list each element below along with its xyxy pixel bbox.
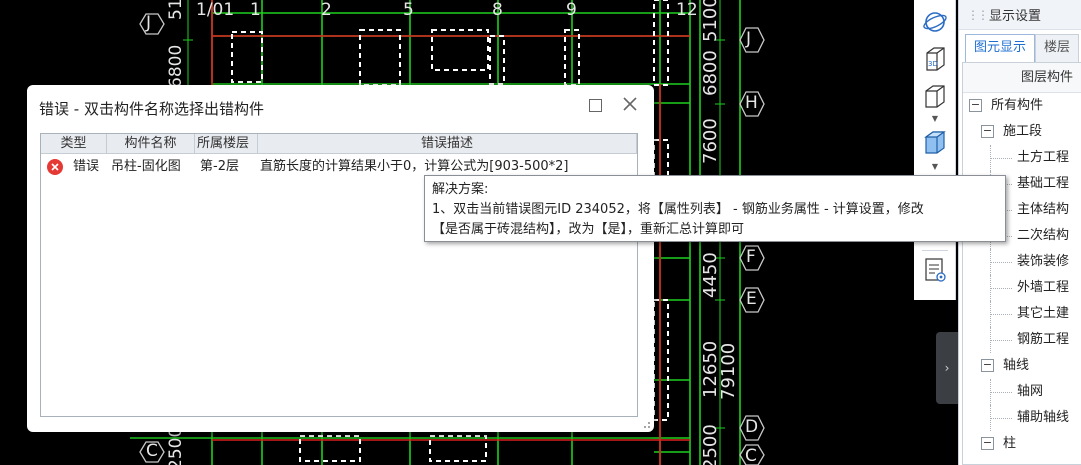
cell-type: 错误 bbox=[73, 159, 100, 174]
axis-top-label: 9 bbox=[566, 0, 577, 20]
axis-right-label: J bbox=[746, 29, 752, 49]
resize-grip-icon[interactable] bbox=[641, 419, 651, 429]
axis-right-label: E bbox=[746, 289, 757, 309]
dimension-label: 6800 bbox=[166, 44, 186, 88]
tree-item[interactable]: 外墙工程 bbox=[963, 275, 1081, 301]
orbit-button[interactable] bbox=[920, 8, 950, 36]
tree-column-header: 图层构件 bbox=[963, 63, 1081, 93]
column-header-description[interactable]: 错误描述 bbox=[258, 134, 637, 154]
axis-top-label: 1/01 bbox=[196, 0, 235, 20]
tree-item-label: 辅助轴线 bbox=[1017, 410, 1070, 425]
axis-right-label: D bbox=[745, 417, 759, 437]
axis-top-label: 1 bbox=[250, 0, 261, 20]
collapse-toggle-icon[interactable]: − bbox=[981, 437, 994, 450]
tree-item[interactable]: 辅助轴线 bbox=[963, 405, 1081, 431]
maximize-button[interactable] bbox=[589, 99, 602, 112]
axis-top-label: 5 bbox=[403, 0, 414, 20]
panel-tabs: 图元显示 楼层 bbox=[965, 34, 1080, 62]
tree-item-label: 轴网 bbox=[1017, 384, 1044, 399]
box-view-blue-button[interactable] bbox=[920, 128, 950, 156]
column-header-type[interactable]: 类型 bbox=[41, 134, 107, 154]
3d-view-button[interactable]: 3D bbox=[920, 45, 950, 73]
tooltip-heading: 解决方案: bbox=[432, 182, 489, 197]
svg-text:3D: 3D bbox=[928, 60, 938, 68]
axis-left-label: J bbox=[146, 13, 152, 33]
tree-item[interactable]: 土方工程 bbox=[963, 145, 1081, 171]
axis-top-label: 8 bbox=[492, 0, 503, 20]
tree-item-label: 钢筋工程 bbox=[1017, 332, 1070, 347]
collapse-toggle-icon[interactable]: − bbox=[981, 359, 994, 372]
chevron-down-icon[interactable]: ▼ bbox=[928, 162, 942, 172]
dimension-label: 4450 bbox=[700, 252, 721, 298]
3d-view-icon: 3D bbox=[926, 47, 945, 71]
panel-title: 显示设置 bbox=[989, 9, 1042, 24]
panel-collapse-button[interactable]: › bbox=[936, 332, 958, 404]
tree-item[interactable]: 钢筋工程 bbox=[963, 327, 1081, 353]
tooltip-line: 【是否属于砖混结构】，改为【是】，重新汇总计算即可 bbox=[432, 222, 745, 237]
column-header-name[interactable]: 构件名称 bbox=[107, 134, 195, 154]
axis-right-label: F bbox=[746, 247, 756, 267]
dimension-label: 5100 bbox=[700, 0, 721, 42]
tree-item-label: 外墙工程 bbox=[1017, 280, 1070, 295]
table-header: 类型 构件名称 所属楼层 错误描述 bbox=[41, 134, 637, 154]
axis-right-label: C bbox=[745, 446, 757, 465]
collapse-toggle-icon[interactable]: − bbox=[969, 99, 982, 112]
tree-item[interactable]: 轴网 bbox=[963, 379, 1081, 405]
tab-element-display[interactable]: 图元显示 bbox=[965, 34, 1036, 62]
tree-item-label: 二次结构 bbox=[1017, 228, 1070, 243]
close-icon[interactable] bbox=[621, 95, 639, 113]
tree-item-label: 装饰装修 bbox=[1017, 254, 1070, 269]
cell-name[interactable]: 吊柱-固化图 bbox=[111, 156, 181, 178]
dimension-label: 6800 bbox=[700, 50, 721, 96]
dimension-label: 2500 bbox=[166, 426, 186, 465]
toolbar-divider bbox=[922, 250, 948, 251]
axis-left-label: C bbox=[146, 441, 158, 461]
view-toolbar: 3D ▼ ▼ bbox=[914, 0, 956, 300]
tree-item[interactable]: − 施工段 bbox=[963, 119, 1081, 145]
tree-item[interactable]: − 所有构件 bbox=[963, 93, 1081, 119]
tree-item-label: 主体结构 bbox=[1017, 202, 1070, 217]
cell-floor: 第-2层 bbox=[200, 159, 239, 174]
dialog-title: 错误 - 双击构件名称选择出错构件 bbox=[39, 100, 264, 118]
tree-item[interactable]: − 柱 bbox=[963, 431, 1081, 457]
axis-top-label: 2 bbox=[321, 0, 332, 20]
chevron-down-icon[interactable]: ▼ bbox=[928, 114, 942, 124]
tooltip-line: 1、双击当前错误图元ID 234052，将【属性列表】 - 钢筋业务属性 - 计… bbox=[432, 202, 924, 217]
tab-floor[interactable]: 楼层 bbox=[1035, 34, 1080, 62]
box-view-button[interactable] bbox=[920, 82, 950, 110]
box-view-icon bbox=[925, 85, 945, 108]
error-icon bbox=[47, 159, 63, 175]
dimension-label: 2500 bbox=[700, 424, 721, 465]
solution-tooltip: 解决方案: 1、双击当前错误图元ID 234052，将【属性列表】 - 钢筋业务… bbox=[424, 175, 1006, 242]
layer-tree: 图层构件 − 所有构件 − 施工段 土方工程 基础工程 主体结构 二次结构 装饰装修 外墙工程 其它… bbox=[962, 62, 1081, 465]
axis-right-label: H bbox=[745, 93, 758, 113]
column-header-floor[interactable]: 所属楼层 bbox=[195, 134, 258, 154]
tree-item[interactable]: 其它土建 bbox=[963, 301, 1081, 327]
orbit-icon bbox=[923, 12, 947, 32]
dimension-label: 7600 bbox=[700, 118, 721, 164]
tree-item-label: 其它土建 bbox=[1017, 306, 1070, 321]
error-dialog: 错误 - 双击构件名称选择出错构件 类型 构件名称 所属楼层 错误描述 错误 吊… bbox=[27, 85, 654, 432]
dimension-label: 5100 bbox=[166, 0, 186, 20]
panel-header: ⋮⋮ 显示设置 bbox=[959, 0, 1081, 30]
tree-item-label: 柱 bbox=[1003, 436, 1017, 451]
collapse-toggle-icon[interactable]: − bbox=[981, 125, 994, 138]
box-view-blue-icon bbox=[924, 131, 946, 154]
dimension-label: 79100 bbox=[718, 342, 739, 400]
tree-item-label: 基础工程 bbox=[1017, 176, 1070, 191]
layer-list-icon bbox=[925, 258, 946, 282]
drag-handle-icon[interactable]: ⋮⋮ bbox=[967, 8, 989, 22]
tree-item[interactable]: − 轴线 bbox=[963, 353, 1081, 379]
axis-top-label: 12 bbox=[676, 0, 698, 20]
chevron-right-icon: › bbox=[944, 361, 950, 375]
tree-item-label: 土方工程 bbox=[1017, 150, 1070, 165]
tree-item-label: 轴线 bbox=[1003, 358, 1030, 373]
tree-item[interactable]: 装饰装修 bbox=[963, 249, 1081, 275]
tree-item-label: 所有构件 bbox=[991, 98, 1044, 113]
layer-list-button[interactable] bbox=[920, 256, 950, 284]
tree-item-label: 施工段 bbox=[1003, 124, 1043, 139]
